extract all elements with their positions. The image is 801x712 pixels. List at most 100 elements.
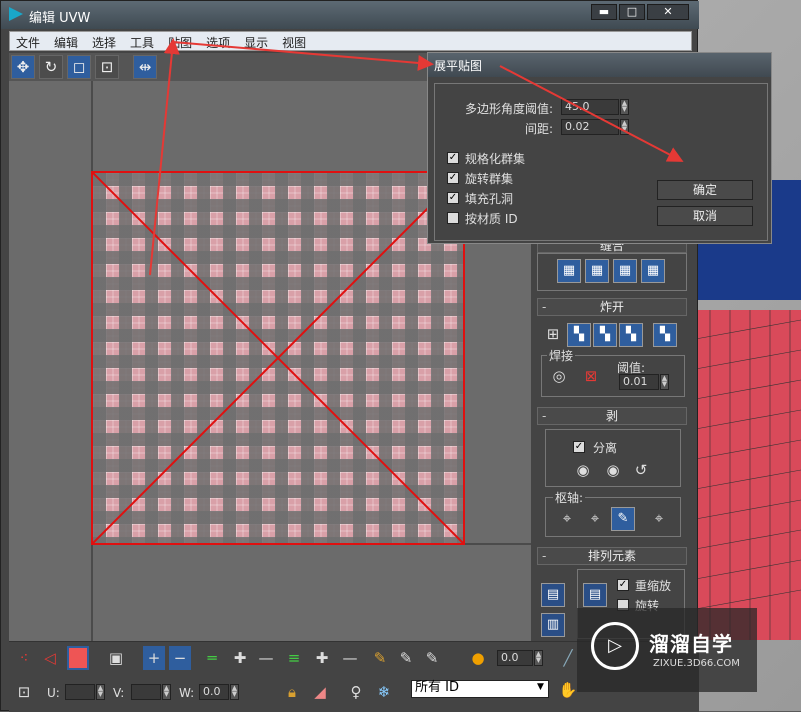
ok-button[interactable]: 确定	[657, 180, 753, 200]
detach-edges-icon[interactable]: ▚	[619, 323, 643, 347]
brush-enlarge-icon[interactable]: ✎	[395, 646, 417, 670]
spacing-input[interactable]: 0.02	[561, 119, 619, 135]
by-material-id-checkbox[interactable]	[447, 212, 459, 224]
menu-file[interactable]: 文件	[10, 32, 48, 51]
weld-spiral-icon[interactable]: ◎	[547, 365, 571, 389]
threshold-spinner[interactable]: ▲ ▼	[660, 374, 669, 390]
menu-mapping[interactable]: 贴图	[162, 32, 200, 51]
angle-threshold-input[interactable]: 45.0	[561, 99, 619, 115]
stitch-source-icon[interactable]: ▦	[585, 259, 609, 283]
peel-rollout-header[interactable]: -剥	[537, 407, 687, 425]
arrange-title-text: 排列元素	[587, 549, 636, 563]
brush-shrink-icon[interactable]: ✎	[421, 646, 443, 670]
ring-shrink-icon[interactable]: —	[339, 646, 361, 670]
fill-holes-checkbox[interactable]: ✓	[447, 192, 459, 204]
pack-normalize-icon[interactable]: ▤	[583, 583, 607, 607]
menu-display[interactable]: 显示	[238, 32, 276, 51]
element-mode-icon[interactable]: ▣	[105, 646, 127, 670]
weld-label: 焊接	[547, 347, 576, 364]
v-input[interactable]	[131, 684, 161, 700]
pack-custom-icon[interactable]: ▤	[541, 583, 565, 607]
menu-select[interactable]: 选择	[86, 32, 124, 51]
loop-grow-icon[interactable]: ✚	[229, 646, 251, 670]
maximize-button[interactable]: □	[619, 4, 645, 20]
quick-peel-icon[interactable]: ◉	[571, 459, 595, 483]
normalize-clusters-checkbox[interactable]: ✓	[447, 152, 459, 164]
threshold-input[interactable]: 0.01	[619, 374, 659, 390]
paint-select-icon[interactable]: ✎	[369, 646, 391, 670]
ring-grow-icon[interactable]: ✚	[311, 646, 333, 670]
spacing-spinner[interactable]: ▲ ▼	[620, 119, 629, 135]
falloff-spinner[interactable]: ▲ ▼	[534, 650, 543, 666]
edge-mode-icon[interactable]: ◁	[39, 646, 61, 670]
reset-peel-icon[interactable]: ↺	[629, 459, 653, 483]
close-button[interactable]: ✕	[647, 4, 689, 20]
watermark: ▷ 溜溜自学 ZIXUE.3D66.COM	[577, 608, 757, 692]
u-spinner[interactable]: ▲ ▼	[96, 684, 105, 700]
vertex-mode-icon[interactable]: ⁖	[13, 646, 35, 670]
w-input[interactable]: 0.0	[199, 684, 229, 700]
menu-view[interactable]: 视图	[276, 32, 314, 51]
stitch-target-icon[interactable]: ▦	[557, 259, 581, 283]
dialog-body: 多边形角度阈值: 45.0 ▲ ▼ 间距: 0.02 ▲ ▼ ✓ 规格化群集 ✓ 旋…	[434, 83, 768, 241]
shrink-selection-icon[interactable]: −	[169, 646, 191, 670]
break-icon[interactable]: ⊞	[541, 323, 565, 347]
weld-selected-subobject-icon[interactable]: ⊠	[579, 365, 603, 389]
u-input[interactable]	[65, 684, 95, 700]
app-icon	[9, 7, 23, 21]
pan-icon[interactable]: ✋	[557, 678, 579, 702]
window-title: 编辑 UVW	[29, 11, 91, 26]
pin-icon[interactable]: ⌖	[555, 507, 579, 531]
weld-selected-icon[interactable]: ▚	[567, 323, 591, 347]
v-spinner[interactable]: ▲ ▼	[162, 684, 171, 700]
soft-selection-icon[interactable]: ●	[467, 646, 489, 670]
light-icon[interactable]: ♀	[345, 680, 367, 704]
falloff-type-icon[interactable]: ╱	[557, 646, 579, 670]
unpin-icon[interactable]: ⌖	[583, 507, 607, 531]
menu-edit[interactable]: 编辑	[48, 32, 86, 51]
cancel-button[interactable]: 取消	[657, 206, 753, 226]
peel-mode-icon[interactable]: ◉	[601, 459, 625, 483]
angle-threshold-spinner[interactable]: ▲ ▼	[620, 99, 629, 115]
falloff-input[interactable]: 0.0	[497, 650, 533, 666]
chevron-down-icon[interactable]: ▼	[537, 682, 544, 692]
hide-icon[interactable]: ◢	[309, 680, 331, 704]
stitch-custom-icon[interactable]: ▦	[641, 259, 665, 283]
loop-icon[interactable]: ═	[201, 646, 223, 670]
spacing-label: 间距:	[525, 122, 554, 136]
pivot-label: 枢轴:	[553, 489, 586, 506]
explode-title-text: 炸开	[599, 300, 624, 314]
absolute-mode-icon[interactable]: ⊡	[13, 680, 35, 704]
scale-icon[interactable]: ◻	[67, 55, 91, 79]
move-icon[interactable]: ✥	[11, 55, 35, 79]
auto-pin-icon[interactable]: ✎	[611, 507, 635, 531]
rescale-checkbox[interactable]: ✓	[617, 579, 629, 591]
mirror-icon[interactable]: ⇹	[133, 55, 157, 79]
dialog-title[interactable]: 展平贴图	[428, 53, 771, 77]
grow-selection-icon[interactable]: +	[143, 646, 165, 670]
lock-icon[interactable]: 🔒︎	[281, 680, 303, 704]
freeze-icon[interactable]: ❄	[373, 680, 395, 704]
w-spinner[interactable]: ▲ ▼	[230, 684, 239, 700]
menu-options[interactable]: 选项	[200, 32, 238, 51]
explode-rollout-header[interactable]: - 炸开	[537, 298, 687, 316]
arrange-rollout-header[interactable]: - 排列元素	[537, 547, 687, 565]
pack-together-icon[interactable]: ▥	[541, 613, 565, 637]
freeform-icon[interactable]: ⊡	[95, 55, 119, 79]
rotate-icon[interactable]: ↻	[39, 55, 63, 79]
polygon-mode-icon[interactable]	[67, 646, 89, 670]
minimize-button[interactable]: ▬	[591, 4, 617, 20]
ring-icon[interactable]: ≡	[283, 646, 305, 670]
watermark-title: 溜溜自学	[649, 632, 733, 656]
select-pins-icon[interactable]: ⌖	[647, 507, 671, 531]
menu-tools[interactable]: 工具	[124, 32, 162, 51]
stitch-average-icon[interactable]: ▦	[613, 259, 637, 283]
loop-shrink-icon[interactable]: —	[255, 646, 277, 670]
rotate-clusters-checkbox[interactable]: ✓	[447, 172, 459, 184]
peel-title-text: 剥	[605, 409, 618, 423]
title-bar[interactable]: 编辑 UVW ▬ □ ✕	[1, 1, 699, 29]
weld-target-icon[interactable]: ▚	[593, 323, 617, 347]
explode-to-shells-icon[interactable]: ▚	[653, 323, 677, 347]
material-id-filter[interactable]: 所有 ID	[411, 680, 549, 698]
detach-checkbox[interactable]: ✓	[573, 441, 585, 453]
